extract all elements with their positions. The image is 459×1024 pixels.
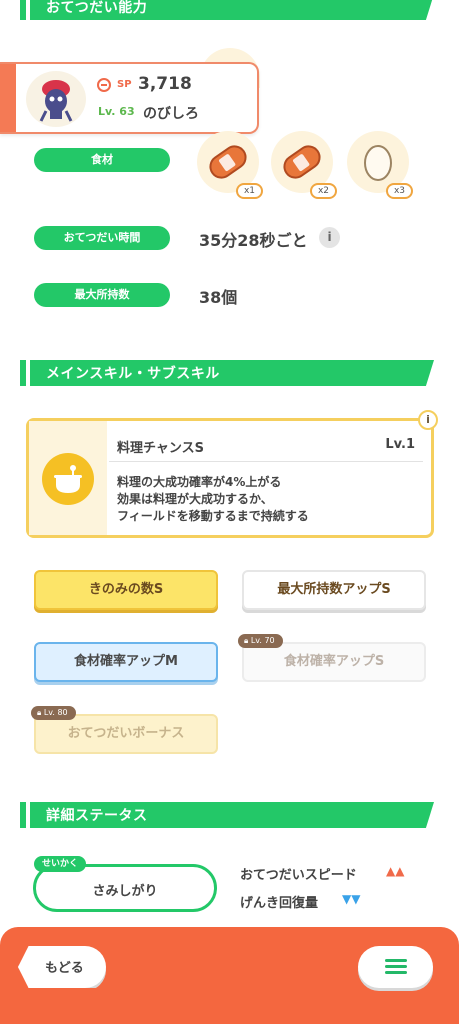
sp-value: 3,718 — [138, 74, 192, 94]
ingredient-label: 食材 — [34, 148, 170, 172]
max-carry-value: 38個 — [199, 288, 238, 307]
sub-skill-ingredient-rate-up-s-locked[interactable]: 食材確率アップS — [242, 642, 426, 682]
section-header-skills: メインスキル・サブスキル — [0, 360, 434, 386]
section-header-detail-status: 詳細ステータス — [0, 802, 434, 828]
main-skill-level: Lv.1 — [385, 437, 415, 452]
divider — [109, 461, 423, 462]
help-time-value: 35分28秒ごと — [199, 231, 308, 250]
info-icon[interactable]: i — [319, 227, 340, 248]
nature-tag: せいかく — [34, 856, 87, 872]
sub-skill-help-bonus-locked[interactable]: おてつだいボーナス — [34, 714, 218, 754]
section-title: おてつだい能力 — [46, 0, 148, 16]
ingredient-slot-2[interactable]: x2 — [271, 131, 337, 199]
section-header-help-ability: おてつだい能力 — [0, 0, 434, 20]
back-label: もどる — [45, 961, 84, 976]
main-skill-card[interactable]: 料理チャンスS Lv.1 料理の大成功確率が4%上がる 効果は料理が大成功するか… — [26, 418, 434, 538]
card-accent — [0, 64, 16, 132]
section-title: メインスキル・サブスキル — [46, 366, 220, 382]
pokemon-level: Lv. 63 — [98, 105, 135, 118]
lock-level: Lv. 80 — [43, 708, 68, 717]
lock-icon: 🔒︎ — [244, 636, 249, 645]
main-skill-desc-2: 効果は料理が大成功するか、 — [117, 492, 273, 506]
ingredient-qty: x1 — [235, 183, 263, 199]
lock-tag-lv70: 🔒︎ Lv. 70 — [238, 634, 283, 648]
cooking-pot-icon — [42, 453, 94, 505]
nature-down-label: げんき回復量 — [240, 896, 319, 911]
lock-level: Lv. 70 — [250, 636, 275, 645]
ingredient-slot-3[interactable]: x3 — [347, 131, 413, 199]
main-skill-name: 料理チャンスS — [117, 441, 204, 456]
nature-up-marks: ▲▲ — [386, 864, 405, 878]
menu-button[interactable] — [358, 946, 433, 988]
help-time-label: おてつだい時間 — [34, 226, 170, 250]
sub-skill-ingredient-rate-up-m[interactable]: 食材確率アップM — [34, 642, 218, 682]
lock-tag-lv80: 🔒︎ Lv. 80 — [31, 706, 76, 720]
hamburger-menu-icon — [385, 959, 407, 975]
sub-skill-max-carry-up-s[interactable]: 最大所持数アップS — [242, 570, 426, 610]
sub-skill-berry-count-s[interactable]: きのみの数S — [34, 570, 218, 610]
ingredient-slot-1[interactable]: x1 — [197, 131, 263, 199]
main-skill-desc-1: 料理の大成功確率が4%上がる — [117, 475, 282, 489]
sp-label: SP — [117, 79, 132, 90]
ingredient-qty: x3 — [385, 183, 413, 199]
nature-up-label: おてつだいスピード — [240, 868, 357, 883]
section-title: 詳細ステータス — [46, 808, 148, 824]
ingredient-qty: x2 — [309, 183, 337, 199]
nature-down-marks: ▼▼ — [342, 892, 361, 906]
back-button[interactable]: もどる — [18, 946, 106, 988]
pokemon-card[interactable]: SP 3,718 Lv. 63 のびしろ — [0, 62, 259, 134]
lock-icon: 🔒︎ — [37, 708, 42, 717]
nature-value: さみしがり — [92, 884, 158, 899]
skill-info-icon[interactable]: i — [418, 410, 438, 430]
main-skill-desc-3: フィールドを移動するまで持続する — [117, 509, 309, 523]
sp-icon — [97, 78, 111, 92]
pokemon-avatar — [26, 71, 86, 127]
pokemon-name: のびしろ — [143, 106, 199, 122]
max-carry-label: 最大所持数 — [34, 283, 170, 307]
footer-bar: もどる — [0, 927, 459, 1024]
